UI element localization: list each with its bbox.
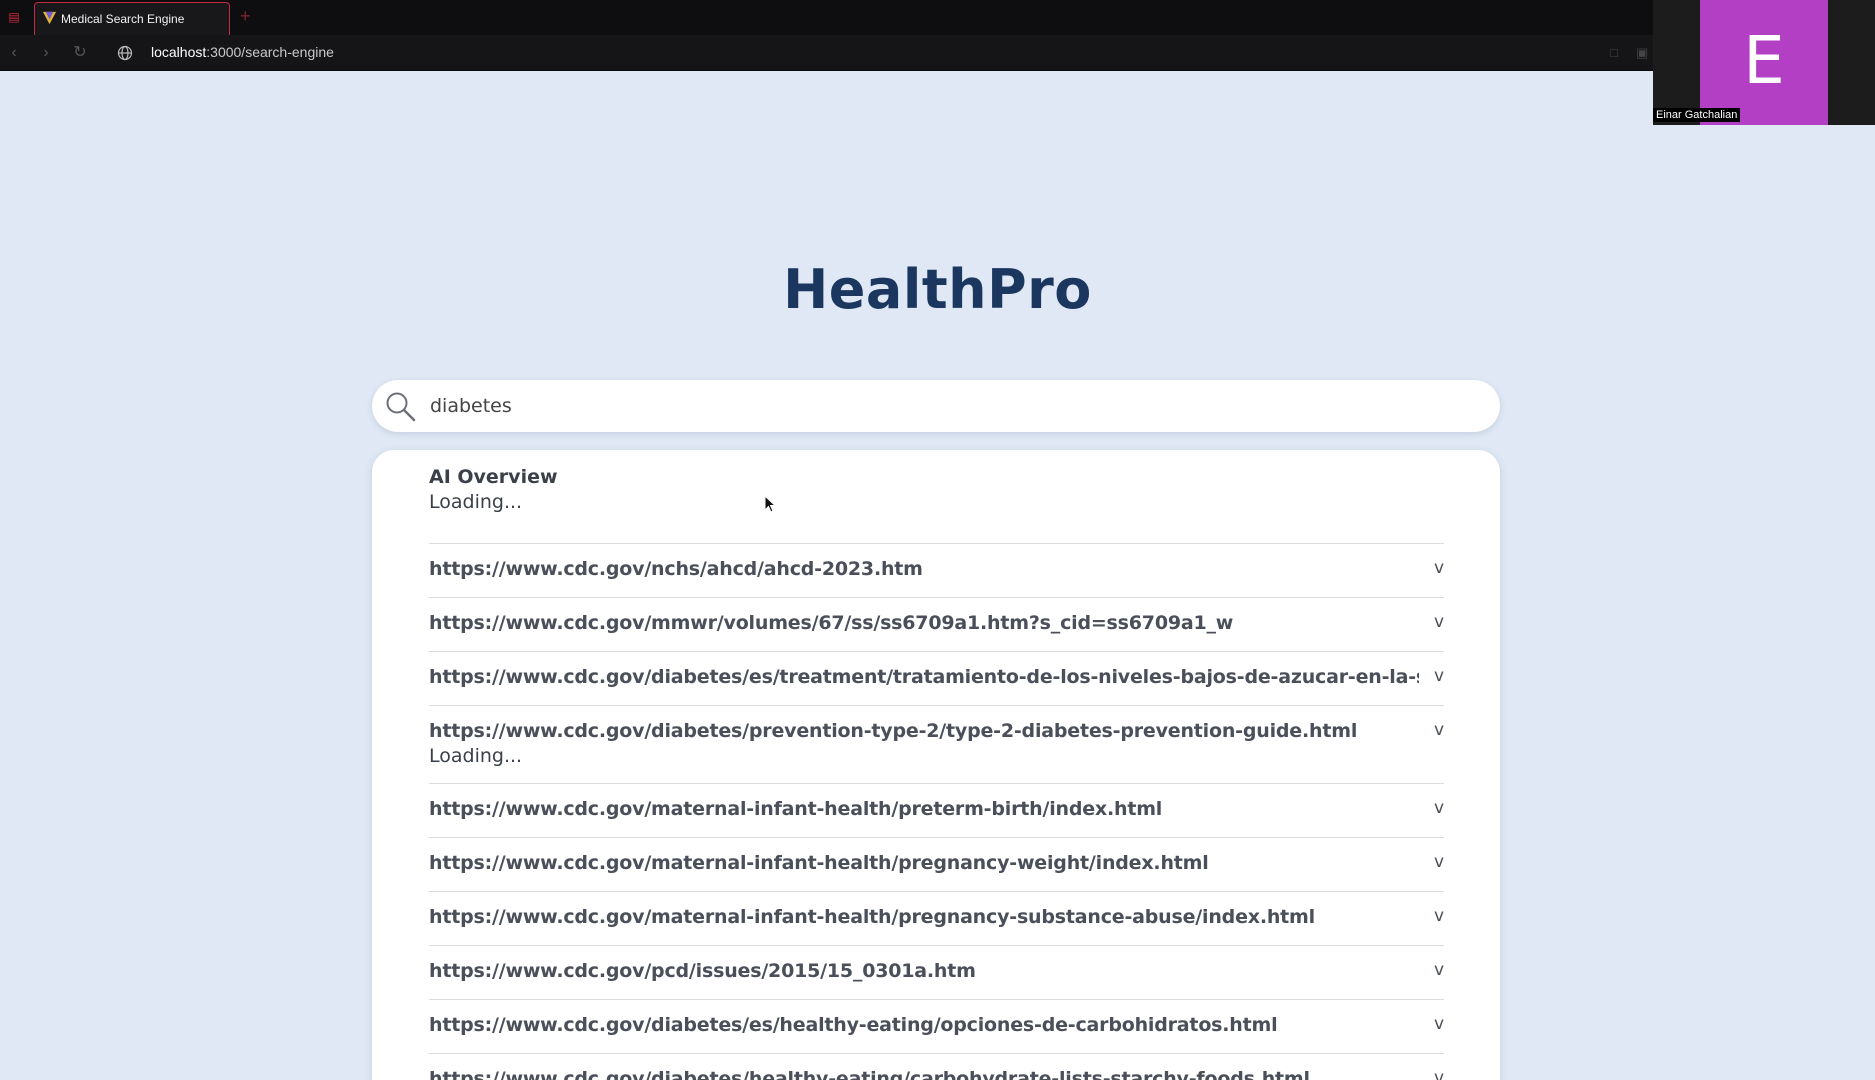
search-input[interactable] <box>430 390 1470 422</box>
result-url[interactable]: https://www.cdc.gov/pcd/issues/2015/15_0… <box>429 960 1419 982</box>
result-item[interactable]: https://www.cdc.gov/diabetes/es/treatmen… <box>429 652 1444 706</box>
participant-avatar: E <box>1743 22 1785 99</box>
result-item[interactable]: https://www.cdc.gov/maternal-infant-heal… <box>429 838 1444 892</box>
result-url[interactable]: https://www.cdc.gov/maternal-infant-heal… <box>429 852 1419 874</box>
result-url[interactable]: https://www.cdc.gov/maternal-infant-heal… <box>429 906 1419 928</box>
expand-chevron-icon[interactable]: v <box>1434 960 1444 980</box>
result-url[interactable]: https://www.cdc.gov/diabetes/prevention-… <box>429 720 1419 742</box>
tab-title: Medical Search Engine <box>61 12 185 26</box>
share-icon[interactable]: □ <box>1610 45 1618 60</box>
result-item[interactable]: https://www.cdc.gov/diabetes/healthy-eat… <box>429 1054 1444 1080</box>
result-item[interactable]: https://www.cdc.gov/maternal-infant-heal… <box>429 784 1444 838</box>
results-panel: AI Overview Loading... https://www.cdc.g… <box>372 450 1500 1080</box>
expand-chevron-icon[interactable]: v <box>1434 1014 1444 1034</box>
browser-tab-bar: ▤ Medical Search Engine + <box>0 0 1653 35</box>
result-url[interactable]: https://www.cdc.gov/diabetes/es/treatmen… <box>429 666 1419 688</box>
camera-icon[interactable]: ▣ <box>1636 45 1648 61</box>
video-call-panel: E Einar Gatchalian <box>1653 0 1875 125</box>
browser-menu-icon[interactable]: ▤ <box>6 9 22 25</box>
expand-chevron-icon[interactable]: v <box>1434 906 1444 926</box>
mouse-cursor-icon <box>764 495 776 513</box>
expand-chevron-icon[interactable]: v <box>1434 612 1444 632</box>
search-icon[interactable] <box>384 390 418 424</box>
results-list: https://www.cdc.gov/nchs/ahcd/ahcd-2023.… <box>429 544 1444 1080</box>
healthpro-favicon-icon <box>42 11 57 25</box>
tab-medical-search-engine[interactable]: Medical Search Engine <box>34 2 230 35</box>
result-summary-status: Loading... <box>429 745 523 767</box>
result-item[interactable]: https://www.cdc.gov/mmwr/volumes/67/ss/s… <box>429 598 1444 652</box>
globe-icon <box>117 45 133 61</box>
ai-overview-status: Loading... <box>429 491 523 513</box>
expand-chevron-icon[interactable]: v <box>1434 720 1444 740</box>
participant-name: Einar Gatchalian <box>1653 108 1741 122</box>
back-icon[interactable]: ‹ <box>4 43 24 63</box>
reload-icon[interactable]: ↻ <box>70 43 90 63</box>
url-host: localhost <box>151 44 207 60</box>
result-item[interactable]: https://www.cdc.gov/maternal-infant-heal… <box>429 892 1444 946</box>
expand-chevron-icon[interactable]: v <box>1434 666 1444 686</box>
address-bar: ‹ › ↻ localhost:3000/search-engine □ ▣ <box>0 35 1653 71</box>
url-field[interactable]: localhost:3000/search-engine <box>151 44 334 60</box>
result-url[interactable]: https://www.cdc.gov/maternal-infant-heal… <box>429 798 1419 820</box>
expand-chevron-icon[interactable]: v <box>1434 1068 1444 1080</box>
result-item[interactable]: https://www.cdc.gov/pcd/issues/2015/15_0… <box>429 946 1444 1000</box>
ai-overview-section: AI Overview Loading... <box>429 466 1444 544</box>
participant-tile: E <box>1700 0 1828 125</box>
expand-chevron-icon[interactable]: v <box>1434 798 1444 818</box>
result-url[interactable]: https://www.cdc.gov/diabetes/es/healthy-… <box>429 1014 1419 1036</box>
search-bar <box>372 380 1500 432</box>
result-item[interactable]: https://www.cdc.gov/diabetes/prevention-… <box>429 706 1444 784</box>
result-url[interactable]: https://www.cdc.gov/mmwr/volumes/67/ss/s… <box>429 612 1419 634</box>
result-url[interactable]: https://www.cdc.gov/nchs/ahcd/ahcd-2023.… <box>429 558 1419 580</box>
expand-chevron-icon[interactable]: v <box>1434 852 1444 872</box>
result-item[interactable]: https://www.cdc.gov/nchs/ahcd/ahcd-2023.… <box>429 544 1444 598</box>
forward-icon[interactable]: › <box>36 43 56 63</box>
result-item[interactable]: https://www.cdc.gov/diabetes/es/healthy-… <box>429 1000 1444 1054</box>
ai-overview-title: AI Overview <box>429 466 558 488</box>
page-title: HealthPro <box>783 258 1092 321</box>
new-tab-icon[interactable]: + <box>240 6 251 27</box>
expand-chevron-icon[interactable]: v <box>1434 558 1444 578</box>
result-url[interactable]: https://www.cdc.gov/diabetes/healthy-eat… <box>429 1068 1419 1080</box>
url-path: :3000/search-engine <box>206 44 334 60</box>
